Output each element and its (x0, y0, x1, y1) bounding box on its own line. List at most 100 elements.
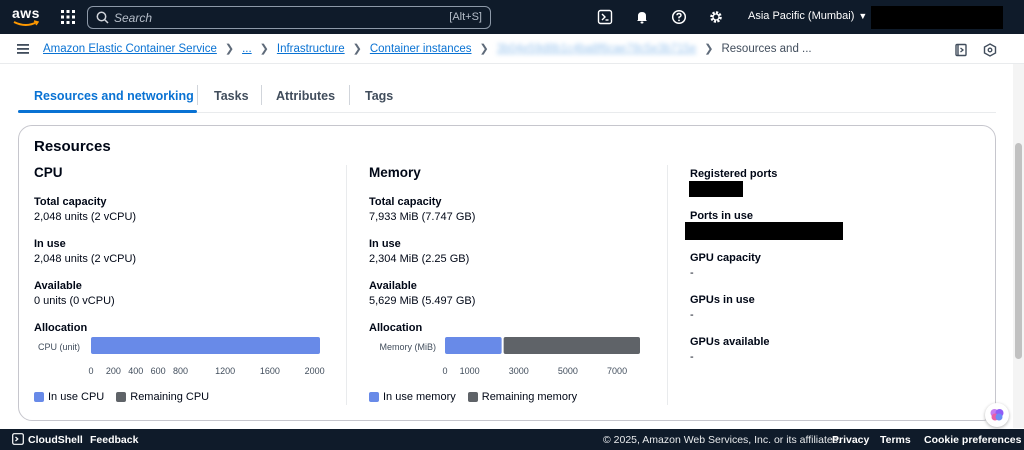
region-selector[interactable]: Asia Pacific (Mumbai) ▼ (748, 10, 867, 22)
legend-label: Remaining CPU (130, 391, 210, 403)
legend-in-use-cpu[interactable]: In use CPU (34, 391, 104, 403)
menu-hamburger-icon[interactable] (17, 44, 29, 54)
tab-tasks[interactable]: Tasks (214, 89, 249, 103)
cpu-legend: In use CPU Remaining CPU (34, 391, 221, 403)
memory-heading: Memory (369, 165, 421, 180)
legend-remaining-cpu[interactable]: Remaining CPU (116, 391, 209, 403)
cpu-category-label: CPU (unit) (38, 342, 80, 352)
amazon-q-brain-icon (990, 409, 1004, 421)
breadcrumb-bar: Amazon Elastic Container Service ❯ ... ❯… (0, 34, 1024, 64)
cpu-in-use-label: In use (34, 238, 66, 250)
cpu-allocation-chart: CPU (unit) 0 200 400 600 800 1200 1600 2000 (38, 337, 325, 376)
cpu-heading: CPU (34, 165, 63, 180)
cloudshell-icon[interactable] (597, 9, 613, 25)
breadcrumb: Amazon Elastic Container Service ❯ ... ❯… (43, 42, 812, 56)
footer-cloudshell-link[interactable]: CloudShell (28, 434, 83, 446)
tab-resources-and-networking[interactable]: Resources and networking (34, 89, 194, 103)
legend-remaining-memory[interactable]: Remaining memory (467, 391, 578, 403)
memory-x-tick-label: 1000 (460, 366, 480, 376)
memory-x-tick-label: 3000 (509, 366, 529, 376)
active-tab-indicator (18, 110, 197, 113)
memory-x-tick-label: 5000 (558, 366, 578, 376)
settings-gear-icon[interactable] (708, 9, 724, 25)
chevron-right-icon: ❯ (352, 43, 362, 55)
cpu-in-use-value: 2,048 units (2 vCPU) (34, 253, 137, 265)
cpu-total-capacity-label: Total capacity (34, 196, 107, 208)
gpus-available-value: - (690, 351, 694, 363)
memory-legend: In use memory Remaining memory (369, 391, 589, 403)
chevron-right-icon: ❯ (224, 43, 235, 55)
redacted-registered-ports (689, 181, 743, 197)
footer-cookie-preferences-link[interactable]: Cookie preferences (924, 434, 1021, 446)
help-icon[interactable] (671, 9, 687, 25)
tab-tags[interactable]: Tags (365, 89, 393, 103)
tab-divider (197, 85, 198, 105)
footer-copyright: © 2025, Amazon Web Services, Inc. or its… (603, 434, 841, 446)
memory-available-label: Available (369, 280, 417, 292)
search-input[interactable] (114, 10, 414, 26)
breadcrumb-container-instances[interactable]: Container instances (370, 43, 472, 55)
page-scrollbar-thumb[interactable] (1015, 143, 1022, 359)
column-divider (667, 165, 668, 405)
gpus-available-label: GPUs available (690, 336, 770, 348)
chevron-right-icon: ❯ (704, 43, 714, 55)
cpu-x-tick-label: 600 (151, 366, 166, 376)
redacted-ports-in-use (685, 222, 843, 240)
memory-total-capacity-value: 7,933 MiB (7.747 GB) (369, 211, 476, 223)
search-shortcut-hint: [Alt+S] (449, 11, 482, 23)
breadcrumb-instance-id[interactable]: 3b04e59d8b1c4ba8f6cae78c5e3b715e (497, 43, 697, 55)
registered-ports-label: Registered ports (690, 168, 778, 180)
legend-label: In use CPU (48, 391, 105, 403)
cpu-available-label: Available (34, 280, 82, 292)
cpu-x-tick-label: 400 (128, 366, 143, 376)
notifications-bell-icon[interactable] (634, 9, 650, 25)
info-panel-icon[interactable] (954, 43, 968, 57)
breadcrumb-ecs[interactable]: Amazon Elastic Container Service (43, 43, 217, 55)
resources-heading: Resources (34, 138, 111, 155)
global-search[interactable]: [Alt+S] (87, 6, 491, 29)
legend-label: Remaining memory (481, 391, 578, 403)
footer-feedback-link[interactable]: Feedback (90, 434, 138, 446)
cpu-x-tick-label: 1600 (260, 366, 280, 376)
cpu-x-tick-label: 200 (106, 366, 121, 376)
amazon-q-button[interactable] (985, 403, 1009, 427)
gpu-capacity-value: - (690, 267, 694, 279)
memory-allocation-chart: Memory (MiB) 0 1000 3000 5000 7000 (380, 337, 640, 376)
feedback-hexagon-icon[interactable] (983, 43, 997, 57)
chevron-right-icon: ❯ (479, 43, 489, 55)
footer-privacy-link[interactable]: Privacy (832, 434, 869, 446)
tab-divider (261, 85, 262, 105)
breadcrumb-current: Resources and ... (721, 42, 812, 55)
memory-bar-in-use-memory[interactable] (445, 337, 502, 354)
cpu-available-value: 0 units (0 vCPU) (34, 295, 115, 307)
memory-total-capacity-label: Total capacity (369, 196, 442, 208)
legend-swatch (369, 392, 379, 402)
memory-x-tick-label: 7000 (607, 366, 627, 376)
aws-logo-text: aws (12, 5, 40, 21)
aws-logo[interactable]: aws (12, 6, 40, 28)
memory-available-value: 5,629 MiB (5.497 GB) (369, 295, 476, 307)
legend-swatch (116, 392, 127, 402)
cpu-bar-in-use-cpu[interactable] (91, 337, 320, 354)
footer-terms-link[interactable]: Terms (880, 434, 911, 446)
memory-in-use-value: 2,304 MiB (2.25 GB) (369, 253, 470, 265)
footer: CloudShell Feedback © 2025, Amazon Web S… (0, 429, 1024, 450)
cpu-x-tick-label: 2000 (305, 366, 325, 376)
services-grid-icon[interactable] (61, 10, 75, 24)
legend-label: In use memory (383, 391, 456, 403)
cpu-total-capacity-value: 2,048 units (2 vCPU) (34, 211, 137, 223)
breadcrumb-infrastructure[interactable]: Infrastructure (277, 43, 345, 55)
breadcrumb-ellipsis[interactable]: ... (242, 43, 252, 55)
memory-bar-remaining-memory[interactable] (503, 337, 640, 354)
legend-swatch (34, 392, 44, 402)
gpu-capacity-label: GPU capacity (690, 252, 761, 264)
legend-in-use-memory[interactable]: In use memory (369, 391, 456, 403)
region-label: Asia Pacific (Mumbai) (748, 10, 855, 22)
memory-x-tick-label: 0 (442, 366, 447, 376)
cpu-x-tick-label: 800 (173, 366, 188, 376)
tab-divider (349, 85, 350, 105)
cloudshell-icon[interactable] (12, 433, 24, 445)
redacted-account-menu[interactable] (871, 6, 1003, 29)
memory-in-use-label: In use (369, 238, 401, 250)
tab-attributes[interactable]: Attributes (276, 89, 335, 103)
